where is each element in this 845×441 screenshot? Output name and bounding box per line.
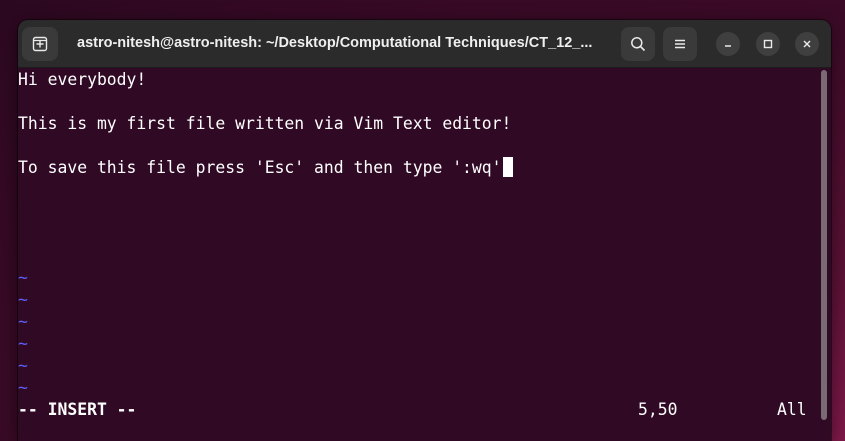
search-button[interactable] xyxy=(621,27,655,61)
empty-line-marker: ~ xyxy=(18,290,28,309)
editor-line-1: Hi everybody! xyxy=(18,70,147,89)
empty-line-marker: ~ xyxy=(18,334,28,353)
empty-line-marker: ~ xyxy=(18,378,28,397)
editor-line-5-text: To save this file press 'Esc' and then t… xyxy=(18,158,502,177)
editor-line-3: This is my first file written via Vim Te… xyxy=(18,114,512,133)
cursor-position: 5,50 xyxy=(638,400,678,419)
empty-line-marker: ~ xyxy=(18,356,28,375)
window-title: astro-nitesh@astro-nitesh: ~/Desktop/Com… xyxy=(77,35,593,51)
terminal-scrollbar[interactable] xyxy=(821,70,827,420)
new-tab-button[interactable] xyxy=(22,27,58,61)
close-icon xyxy=(803,40,811,48)
title-bar[interactable]: astro-nitesh@astro-nitesh: ~/Desktop/Com… xyxy=(18,20,831,68)
vim-mode-indicator: -- INSERT -- xyxy=(18,400,137,419)
new-tab-icon xyxy=(32,36,48,52)
scroll-position: All xyxy=(777,400,807,419)
empty-line-marker: ~ xyxy=(18,312,28,331)
close-button[interactable] xyxy=(795,32,819,56)
text-cursor xyxy=(502,157,513,177)
empty-line-marker: ~ xyxy=(18,268,28,287)
search-icon xyxy=(631,37,646,52)
hamburger-menu-icon xyxy=(675,39,685,49)
minimize-button[interactable] xyxy=(716,32,740,56)
minimize-icon xyxy=(725,45,731,47)
maximize-button[interactable] xyxy=(756,32,780,56)
terminal-content[interactable]: Hi everybody! This is my first file writ… xyxy=(18,68,818,441)
maximize-icon xyxy=(763,39,773,49)
terminal-window: astro-nitesh@astro-nitesh: ~/Desktop/Com… xyxy=(18,20,831,441)
menu-button[interactable] xyxy=(663,27,697,61)
editor-line-5: To save this file press 'Esc' and then t… xyxy=(18,157,513,179)
